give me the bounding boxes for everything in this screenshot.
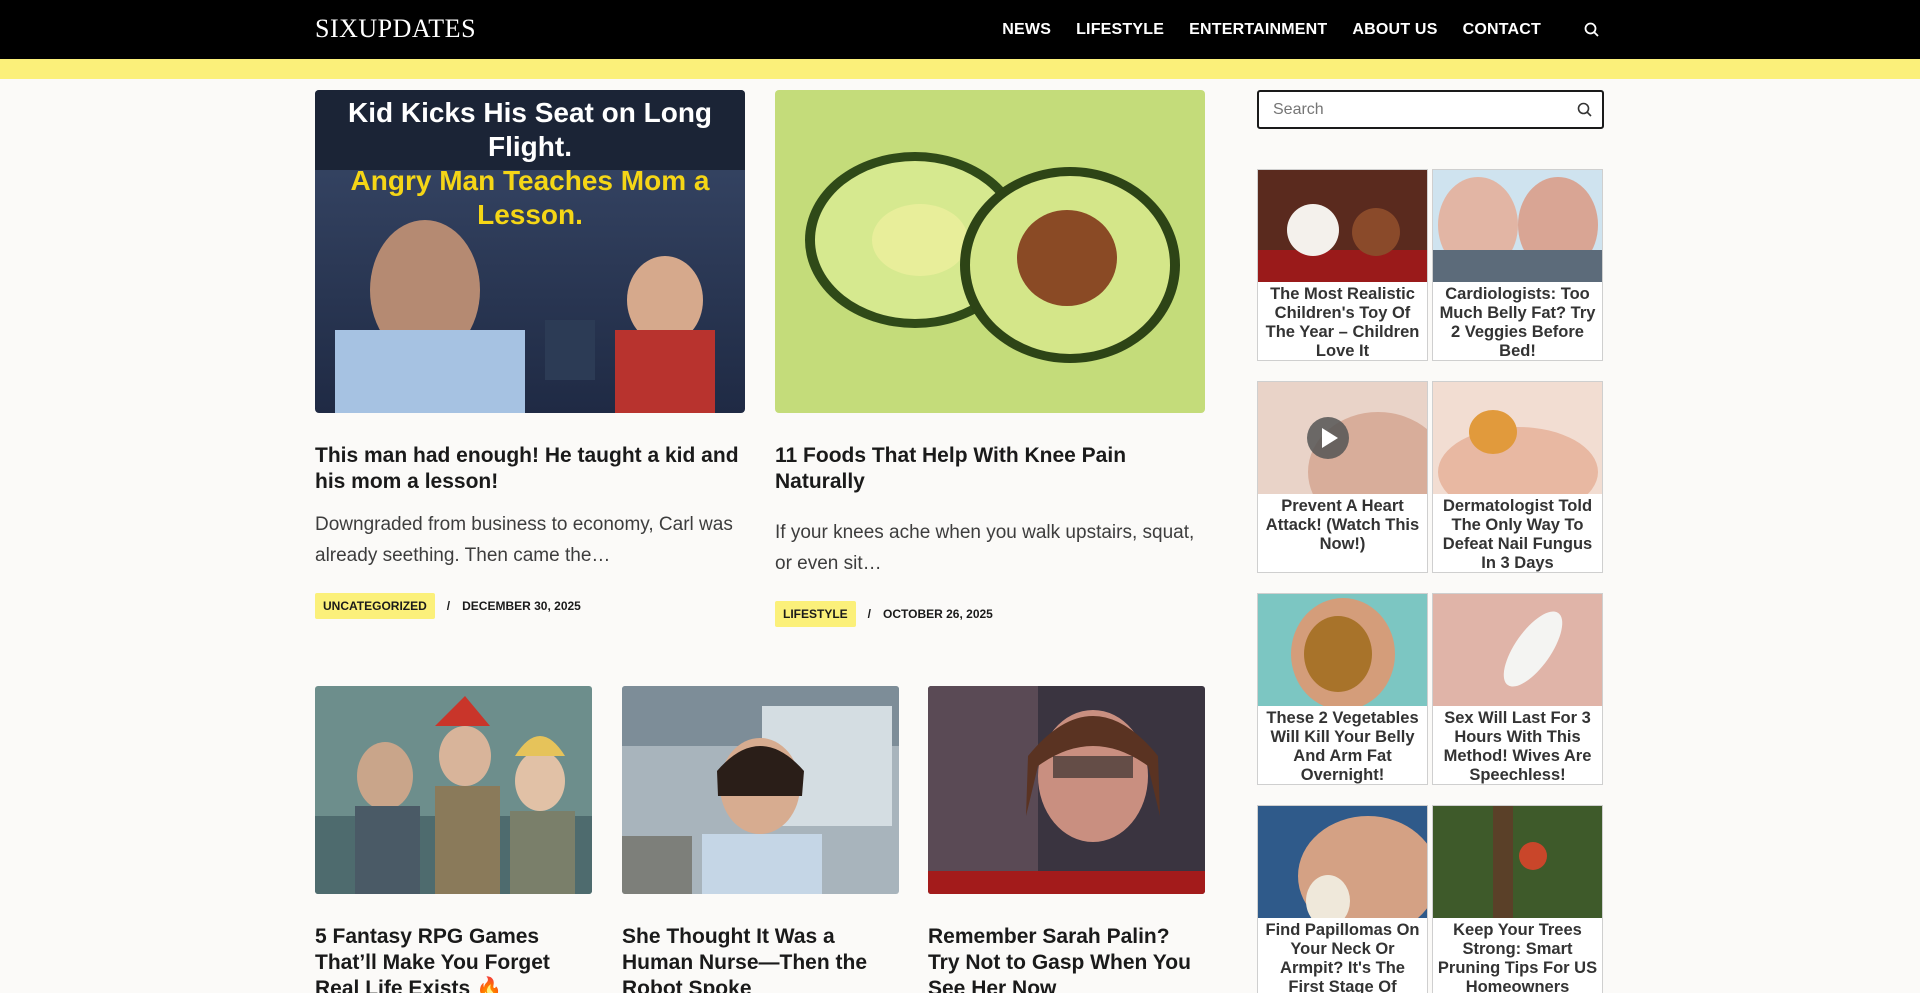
article-thumbnail[interactable]	[775, 90, 1205, 413]
category-badge[interactable]: UNCATEGORIZED	[315, 593, 435, 619]
ad-text: Prevent A Heart Attack! (Watch This Now!…	[1265, 497, 1420, 553]
ad-text: Cardiologists: Too Much Belly Fat? Try 2…	[1439, 285, 1596, 360]
article-meta: UNCATEGORIZED / DECEMBER 30, 2025	[315, 593, 745, 619]
post-card-2: She Thought It Was a Human Nurse—Then th…	[622, 686, 899, 993]
article-date: DECEMBER 30, 2025	[462, 599, 581, 613]
sidebar-search	[1257, 90, 1604, 129]
image-caption-line-2: Angry Man Teaches Mom a Lesson.	[350, 165, 710, 230]
article-meta: LIFESTYLE / OCTOBER 26, 2025	[775, 601, 1205, 627]
meta-separator: /	[446, 599, 451, 613]
article-thumbnail[interactable]	[928, 686, 1205, 894]
ad-text: Find Papillomas On Your Neck Or Armpit? …	[1265, 921, 1420, 993]
article-title[interactable]: 5 Fantasy RPG Games That’ll Make You For…	[315, 924, 592, 993]
ad-text: Keep Your Trees Strong: Smart Pruning Ti…	[1437, 921, 1598, 993]
ad-text: Sex Will Last For 3 Hours With This Meth…	[1443, 709, 1592, 784]
featured-article-2: 11 Foods That Help With Knee Pain Natura…	[775, 90, 1205, 627]
ad-text: Dermatologist Told The Only Way To Defea…	[1442, 497, 1593, 572]
post-card-3: Remember Sarah Palin? Try Not to Gasp Wh…	[928, 686, 1205, 993]
ad-tile[interactable]: Find Papillomas On Your Neck Or Armpit? …	[1257, 805, 1428, 993]
ad-thumbnail	[1258, 170, 1427, 282]
article-excerpt: Downgraded from business to economy, Car…	[315, 514, 733, 566]
nav-item-news[interactable]: NEWS	[1002, 21, 1051, 39]
ad-thumbnail	[1258, 594, 1427, 706]
site-header: SIXUPDATES NEWS LIFESTYLE ENTERTAINMENT …	[0, 0, 1920, 59]
ad-text: The Most Realistic Children's Toy Of The…	[1265, 285, 1420, 360]
ad-tile[interactable]: Prevent A Heart Attack! (Watch This Now!…	[1257, 381, 1428, 573]
ad-thumbnail	[1258, 806, 1427, 918]
ad-thumbnail	[1433, 806, 1602, 918]
featured-article-1: Kid Kicks His Seat on Long Flight. Angry…	[315, 90, 745, 619]
ad-tile[interactable]: These 2 Vegetables Will Kill Your Belly …	[1257, 593, 1428, 785]
nav-item-lifestyle[interactable]: LIFESTYLE	[1076, 21, 1164, 39]
article-title[interactable]: This man had enough! He taught a kid and…	[315, 443, 745, 495]
article-title[interactable]: She Thought It Was a Human Nurse—Then th…	[622, 924, 899, 993]
ad-thumbnail	[1433, 170, 1602, 282]
search-icon[interactable]	[1584, 22, 1599, 37]
article-excerpt: If your knees ache when you walk upstair…	[775, 522, 1195, 574]
ad-thumbnail	[1258, 382, 1427, 494]
article-title[interactable]: 11 Foods That Help With Knee Pain Natura…	[775, 443, 1205, 495]
ad-thumbnail	[1433, 594, 1602, 706]
ad-thumbnail	[1433, 382, 1602, 494]
post-card-1: 5 Fantasy RPG Games That’ll Make You For…	[315, 686, 592, 993]
ad-tile[interactable]: Cardiologists: Too Much Belly Fat? Try 2…	[1432, 169, 1603, 361]
ad-tile[interactable]: Keep Your Trees Strong: Smart Pruning Ti…	[1432, 805, 1603, 993]
search-icon[interactable]	[1577, 102, 1592, 122]
article-title[interactable]: Remember Sarah Palin? Try Not to Gasp Wh…	[928, 924, 1205, 993]
article-thumbnail[interactable]: Kid Kicks His Seat on Long Flight. Angry…	[315, 90, 745, 413]
category-badge[interactable]: LIFESTYLE	[775, 601, 856, 627]
nav-item-about-us[interactable]: ABOUT US	[1352, 21, 1437, 39]
meta-separator: /	[867, 607, 872, 621]
article-thumbnail[interactable]	[622, 686, 899, 894]
image-caption-line-1: Kid Kicks His Seat on Long Flight.	[347, 97, 713, 162]
search-input[interactable]	[1259, 92, 1559, 127]
ad-text: These 2 Vegetables Will Kill Your Belly …	[1266, 709, 1419, 784]
ad-tile[interactable]: The Most Realistic Children's Toy Of The…	[1257, 169, 1428, 361]
accent-bar	[0, 59, 1920, 79]
main-nav: NEWS LIFESTYLE ENTERTAINMENT ABOUT US CO…	[1002, 0, 1599, 59]
ad-tile[interactable]: Sex Will Last For 3 Hours With This Meth…	[1432, 593, 1603, 785]
nav-item-entertainment[interactable]: ENTERTAINMENT	[1189, 21, 1327, 39]
ad-tile[interactable]: Dermatologist Told The Only Way To Defea…	[1432, 381, 1603, 573]
site-logo[interactable]: SIXUPDATES	[315, 14, 476, 44]
nav-item-contact[interactable]: CONTACT	[1463, 21, 1541, 39]
article-date: OCTOBER 26, 2025	[883, 607, 993, 621]
article-thumbnail[interactable]	[315, 686, 592, 894]
